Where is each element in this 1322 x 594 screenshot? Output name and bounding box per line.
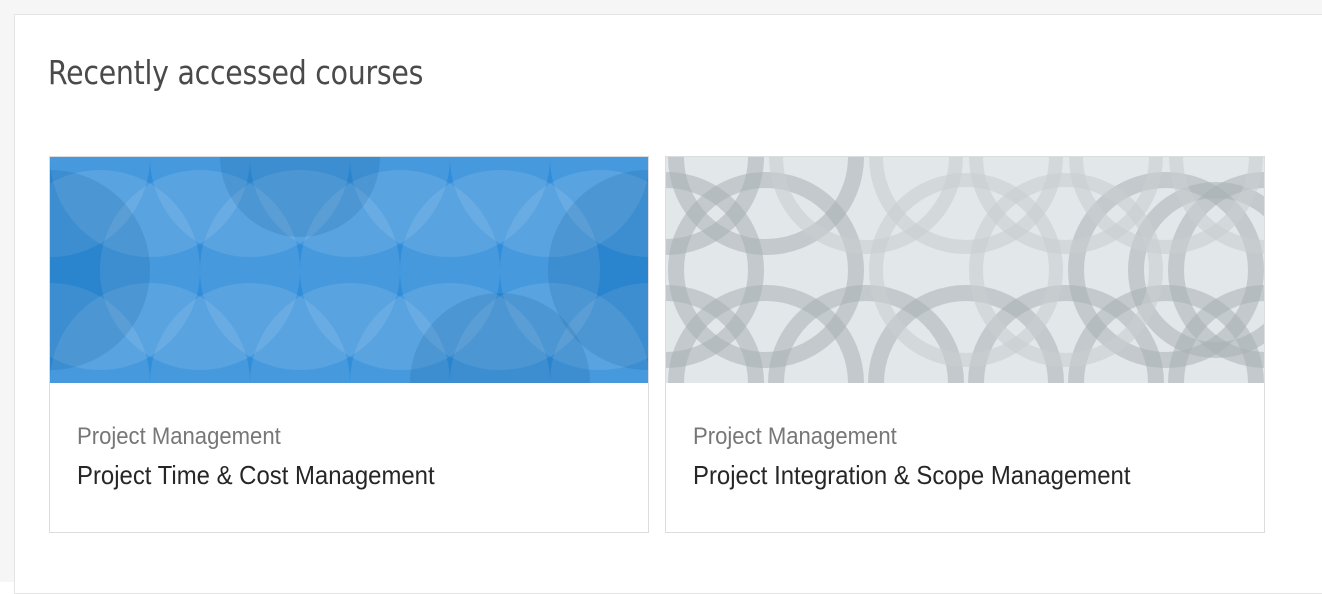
course-name-link[interactable]: Project Time & Cost Management — [77, 460, 435, 491]
course-card-body: Project Management Project Integration &… — [666, 383, 1264, 532]
course-image-blue-circles[interactable] — [50, 157, 648, 383]
course-card-body: Project Management Project Time & Cost M… — [50, 383, 648, 532]
course-category: Project Management — [77, 423, 281, 450]
course-card[interactable]: Project Management Project Time & Cost M… — [49, 156, 649, 533]
course-image-grey-rings[interactable] — [666, 157, 1264, 383]
course-category: Project Management — [693, 423, 897, 450]
page-background: Recently accessed courses Project Manage… — [0, 0, 1322, 594]
block-title: Recently accessed courses — [48, 53, 424, 92]
recent-courses-block: Recently accessed courses Project Manage… — [14, 14, 1322, 594]
course-name-link[interactable]: Project Integration & Scope Management — [693, 460, 1130, 491]
course-card[interactable]: Project Management Project Integration &… — [665, 156, 1265, 533]
